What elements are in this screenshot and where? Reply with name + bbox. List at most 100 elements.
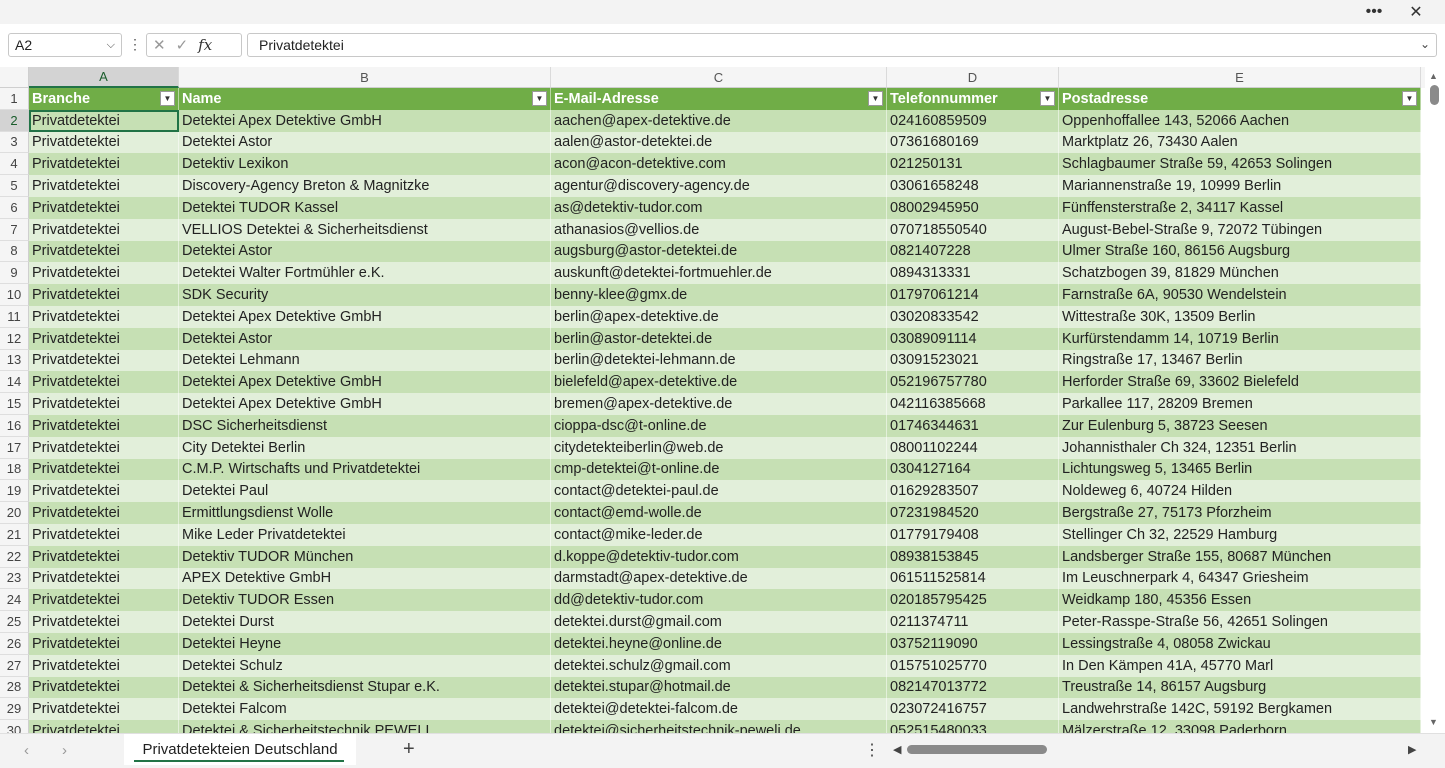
table-cell[interactable]: Detektei & Sicherheitsdienst Stupar e.K. [179, 676, 551, 699]
table-cell[interactable]: bremen@apex-detektive.de [551, 393, 887, 415]
table-cell[interactable]: Lichtungsweg 5, 13465 Berlin [1059, 458, 1421, 481]
table-cell[interactable]: Privatdetektei [29, 415, 179, 437]
table-cell[interactable]: Mälzerstraße 12, 33098 Paderborn [1059, 720, 1421, 733]
row-number[interactable]: 13 [0, 349, 29, 372]
table-cell[interactable]: Marktplatz 26, 73430 Aalen [1059, 131, 1421, 154]
table-cell[interactable]: Privatdetektei [29, 480, 179, 503]
table-cell[interactable]: Detektei Paul [179, 480, 551, 503]
row-number[interactable]: 30 [0, 720, 29, 733]
table-cell[interactable]: Detektei Apex Detektive GmbH [179, 306, 551, 328]
table-cell[interactable]: 024160859509 [887, 109, 1059, 132]
row-number[interactable]: 9 [0, 262, 29, 285]
row-number[interactable]: 11 [0, 306, 29, 328]
table-cell[interactable]: Lessingstraße 4, 08058 Zwickau [1059, 633, 1421, 655]
table-cell[interactable]: Detektei Astor [179, 327, 551, 350]
table-cell[interactable]: 082147013772 [887, 676, 1059, 699]
row-number[interactable]: 4 [0, 153, 29, 176]
row-number[interactable]: 10 [0, 284, 29, 306]
filter-dropdown-icon[interactable]: ▼ [160, 91, 175, 106]
table-cell[interactable]: berlin@detektei-lehmann.de [551, 349, 887, 372]
table-cell[interactable]: Detektei Walter Fortmühler e.K. [179, 262, 551, 285]
table-cell[interactable]: 01746344631 [887, 415, 1059, 437]
table-cell[interactable]: Landwehrstraße 142C, 59192 Bergkamen [1059, 698, 1421, 721]
table-cell[interactable]: 0894313331 [887, 262, 1059, 285]
table-cell[interactable]: 08001102244 [887, 436, 1059, 459]
table-cell[interactable]: Schatzbogen 39, 81829 München [1059, 262, 1421, 285]
table-cell[interactable]: berlin@apex-detektive.de [551, 306, 887, 328]
table-cell[interactable]: Noldeweg 6, 40724 Hilden [1059, 480, 1421, 503]
table-cell[interactable]: Discovery-Agency Breton & Magnitzke [179, 175, 551, 197]
table-cell[interactable]: Privatdetektei [29, 436, 179, 459]
row-number[interactable]: 19 [0, 480, 29, 503]
scroll-left-icon[interactable]: ◀ [893, 743, 901, 756]
table-cell[interactable]: Farnstraße 6A, 90530 Wendelstein [1059, 284, 1421, 306]
table-cell[interactable]: Detektei Falcom [179, 698, 551, 721]
table-cell[interactable]: detektei.schulz@gmail.com [551, 654, 887, 677]
table-cell[interactable]: Stellinger Ch 32, 22529 Hamburg [1059, 524, 1421, 546]
table-cell[interactable]: 020185795425 [887, 589, 1059, 612]
cancel-icon[interactable]: ✕ [153, 36, 166, 54]
table-cell[interactable]: 0821407228 [887, 240, 1059, 263]
table-cell[interactable]: Detektei TUDOR Kassel [179, 197, 551, 219]
row-number[interactable]: 20 [0, 502, 29, 524]
row-number[interactable]: 25 [0, 611, 29, 633]
table-cell[interactable]: detektei.durst@gmail.com [551, 611, 887, 633]
row-number[interactable]: 3 [0, 131, 29, 154]
more-vertical-icon[interactable]: ⋮ [128, 36, 142, 53]
table-cell[interactable]: Ringstraße 17, 13467 Berlin [1059, 349, 1421, 372]
table-cell[interactable]: Bergstraße 27, 75173 Pforzheim [1059, 502, 1421, 524]
table-cell[interactable]: aalen@astor-detektei.de [551, 131, 887, 154]
table-cell[interactable]: Im Leuschnerpark 4, 64347 Griesheim [1059, 567, 1421, 590]
more-vertical-icon[interactable]: ⋮ [864, 740, 880, 760]
table-cell[interactable]: Mike Leder Privatdetektei [179, 524, 551, 546]
row-number[interactable]: 21 [0, 524, 29, 546]
table-cell[interactable]: 01797061214 [887, 284, 1059, 306]
table-cell[interactable]: 042116385668 [887, 393, 1059, 415]
table-cell[interactable]: Privatdetektei [29, 502, 179, 524]
table-cell[interactable]: Detektei Schulz [179, 654, 551, 677]
table-cell[interactable]: Peter-Rasspe-Straße 56, 42651 Solingen [1059, 611, 1421, 633]
table-cell[interactable]: Ermittlungsdienst Wolle [179, 502, 551, 524]
table-cell[interactable]: Privatdetektei [29, 262, 179, 285]
table-cell[interactable]: 070718550540 [887, 218, 1059, 241]
vertical-scroll-thumb[interactable] [1430, 85, 1439, 105]
insert-function-icon[interactable]: fx [198, 36, 212, 54]
row-number[interactable]: 22 [0, 545, 29, 568]
table-cell[interactable]: Fünffensterstraße 2, 34117 Kassel [1059, 197, 1421, 219]
close-icon[interactable]: ✕ [1396, 0, 1436, 24]
row-number[interactable]: 5 [0, 175, 29, 197]
table-cell[interactable]: Oppenhoffallee 143, 52066 Aachen [1059, 109, 1421, 132]
table-cell[interactable]: 03061658248 [887, 175, 1059, 197]
check-icon[interactable]: ✓ [176, 36, 189, 54]
table-cell[interactable]: as@detektiv-tudor.com [551, 197, 887, 219]
name-box[interactable]: A2 ⌵ [8, 33, 122, 57]
table-cell[interactable]: APEX Detektive GmbH [179, 567, 551, 590]
row-number[interactable]: 7 [0, 218, 29, 241]
table-cell[interactable]: 03752119090 [887, 633, 1059, 655]
table-cell[interactable]: 01779179408 [887, 524, 1059, 546]
table-cell[interactable]: 01629283507 [887, 480, 1059, 503]
table-cell[interactable]: 0211374711 [887, 611, 1059, 633]
table-cell[interactable]: benny-klee@gmx.de [551, 284, 887, 306]
worksheet-grid[interactable]: ABCDE 1 Branche ▼ Name ▼ E-Mail-Adresse ▼ Telef… [0, 67, 1425, 733]
table-cell[interactable]: dd@detektiv-tudor.com [551, 589, 887, 612]
table-cell[interactable]: berlin@astor-detektei.de [551, 327, 887, 350]
table-cell[interactable]: Privatdetektei [29, 306, 179, 328]
table-cell[interactable]: Privatdetektei [29, 676, 179, 699]
table-cell[interactable]: Detektei & Sicherheitstechnik PEWELI [179, 720, 551, 733]
table-cell[interactable]: Privatdetektei [29, 567, 179, 590]
column-header-e[interactable]: E [1059, 67, 1421, 88]
vertical-scrollbar[interactable]: ▲ ▼ [1425, 67, 1445, 733]
table-cell[interactable]: Privatdetektei [29, 284, 179, 306]
table-cell[interactable]: Privatdetektei [29, 240, 179, 263]
header-cell[interactable]: E-Mail-Adresse ▼ [551, 88, 887, 110]
row-number[interactable]: 12 [0, 327, 29, 350]
table-cell[interactable]: Privatdetektei [29, 109, 179, 132]
table-cell[interactable]: Detektiv TUDOR München [179, 545, 551, 568]
expand-formula-icon[interactable]: ⌄ [1420, 37, 1430, 51]
table-cell[interactable]: 0304127164 [887, 458, 1059, 481]
row-number[interactable]: 14 [0, 371, 29, 394]
table-cell[interactable]: Herforder Straße 69, 33602 Bielefeld [1059, 371, 1421, 394]
table-cell[interactable]: d.koppe@detektiv-tudor.com [551, 545, 887, 568]
table-cell[interactable]: In Den Kämpen 41A, 45770 Marl [1059, 654, 1421, 677]
